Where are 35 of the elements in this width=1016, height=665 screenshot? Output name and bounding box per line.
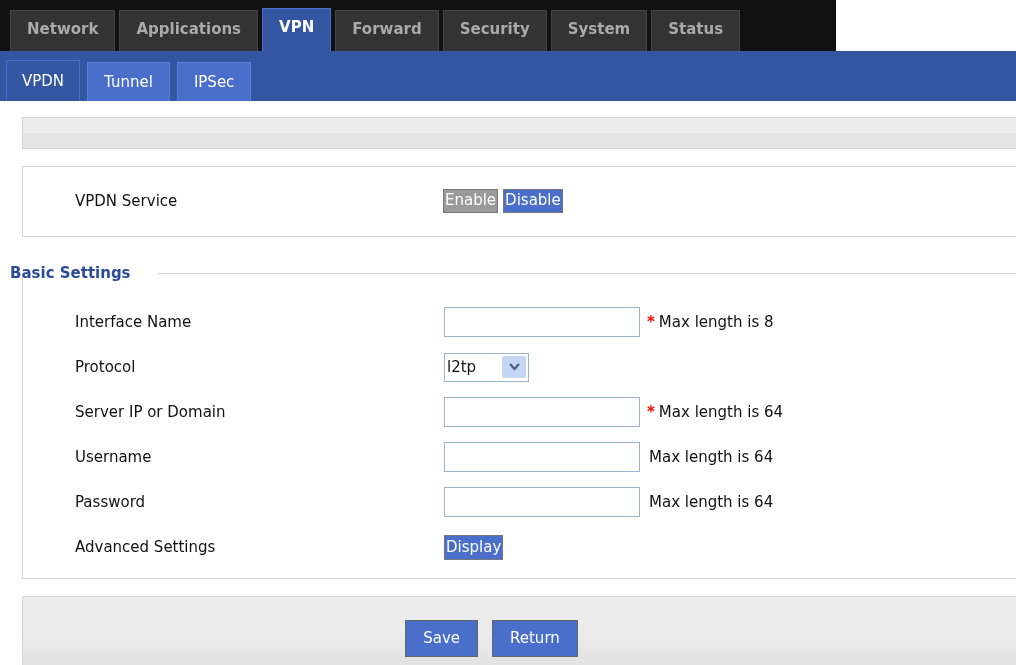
hint-text: Max length is 8 [658,311,774,333]
protocol-select[interactable]: l2tp [444,352,529,382]
field-label: Password [75,491,147,513]
main-tab[interactable]: Security [442,10,547,51]
required-mark: * [647,401,655,423]
input-field[interactable] [444,487,640,517]
hint-text: Max length is 64 [649,491,774,513]
sub-tab[interactable]: IPSec [176,62,252,101]
main-tab[interactable]: Status [651,10,741,51]
main-tab[interactable]: VPN [262,8,332,51]
sub-tab[interactable]: Tunnel [87,62,170,101]
display-button[interactable]: Display [444,534,504,560]
section-title: Basic Settings [10,263,131,284]
field-label: Server IP or Domain [75,401,227,423]
main-tab[interactable]: System [550,10,648,51]
hint-text: Max length is 64 [649,446,774,468]
hint-text: Max length is 64 [658,401,784,423]
field-label: Interface Name [75,311,193,333]
return-button[interactable]: Return [492,619,578,657]
save-button[interactable]: Save [405,619,478,657]
required-mark: * [647,311,655,333]
field-label: Username [75,446,153,468]
field-label: Advanced Settings [75,536,217,558]
disable-button[interactable]: Disable [503,188,563,213]
enable-button[interactable]: Enable [443,188,499,213]
main-tab[interactable]: Applications [119,10,259,51]
main-tab[interactable]: Network [10,10,116,51]
field-label: Protocol [75,356,137,378]
input-field[interactable] [444,307,640,337]
service-label: VPDN Service [75,191,179,213]
input-field[interactable] [444,397,640,427]
main-tab[interactable]: Forward [335,10,439,51]
sub-tab[interactable]: VPDN [6,60,81,101]
input-field[interactable] [444,442,640,472]
chevron-down-icon [502,356,526,378]
